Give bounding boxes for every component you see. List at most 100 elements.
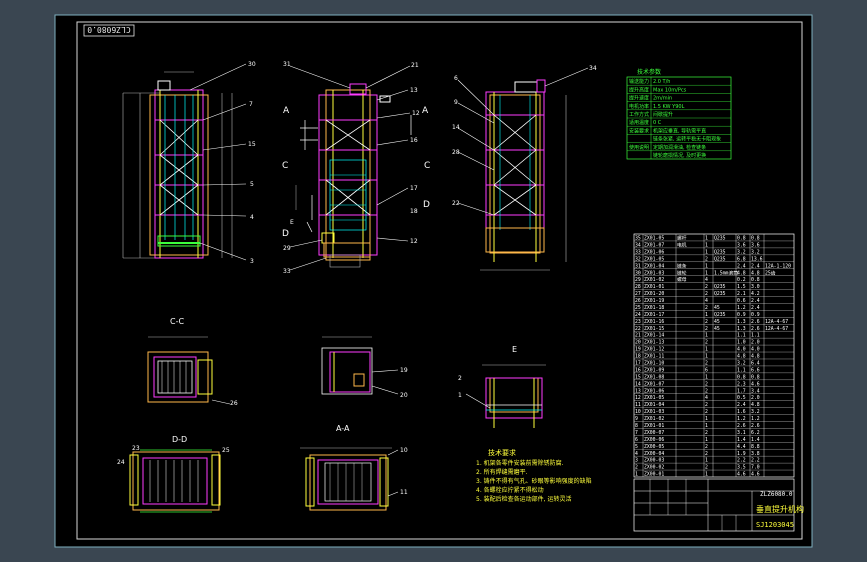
- bom-cell: ZX01-02: [644, 277, 664, 283]
- callout-number: 14: [452, 124, 460, 131]
- callout-number: 22: [452, 200, 460, 207]
- bom-cell: 0.2: [737, 277, 746, 283]
- bom-cell: 11: [635, 402, 641, 408]
- bom-cell: ZX00-01: [644, 472, 664, 478]
- bom-cell: 1.3: [737, 326, 746, 332]
- parameter-name: 提升高度: [629, 86, 649, 93]
- bom-cell: 2: [705, 409, 708, 415]
- bom-cell: 2.4: [751, 263, 760, 269]
- bom-cell: 2: [705, 291, 708, 297]
- callout-number: 23: [132, 445, 140, 452]
- callout-number: 28: [452, 149, 460, 156]
- section-cc-label: C-C: [170, 317, 184, 326]
- bom-cell: 1: [705, 437, 708, 443]
- bom-cell: 45: [714, 319, 720, 325]
- bom-cell: 1.3: [737, 319, 746, 325]
- bom-cell: 1: [705, 236, 708, 242]
- bom-cell: 螺杆: [677, 235, 687, 242]
- bom-cell: 1.4: [751, 437, 760, 443]
- bom-cell: 1: [705, 472, 708, 478]
- cad-drawing-viewport: CLZ6080.0 A A C C D D E C-C D-D A-A E 30…: [0, 0, 867, 562]
- title-block-code: ZLZ6080.0: [760, 491, 793, 498]
- callout-number: 21: [411, 62, 419, 69]
- bom-cell: 19: [635, 347, 641, 353]
- section-dd-label: D-D: [172, 435, 187, 444]
- bom-cell: 1: [705, 423, 708, 429]
- bom-cell: ZX01-09: [644, 367, 664, 373]
- bom-cell: ZX01-07: [644, 242, 664, 248]
- callout-number: 26: [230, 400, 238, 407]
- bom-cell: 链条: [677, 262, 687, 269]
- bom-cell: Q235: [714, 236, 726, 242]
- bom-cell: 28: [635, 284, 641, 290]
- bom-cell: 31: [635, 263, 641, 269]
- parameter-name: 安装要求: [629, 127, 649, 134]
- bom-cell: ZX01-05: [644, 236, 664, 242]
- bom-cell: ZX01-05: [644, 395, 664, 401]
- bom-cell: 0.8: [751, 236, 760, 242]
- bom-cell: 2: [705, 340, 708, 346]
- bom-cell: ZX01-01: [644, 284, 664, 290]
- bom-cell: 2: [705, 388, 708, 394]
- bom-cell: 12A-1-120: [765, 263, 791, 269]
- bom-cell: 2: [705, 326, 708, 332]
- bom-cell: 2.2: [751, 458, 760, 464]
- callout-number: 3: [250, 258, 254, 265]
- drawing-code-label: CLZ6080.0: [87, 25, 131, 34]
- bom-cell: 4.8: [737, 270, 746, 276]
- bom-cell: 3.6: [737, 242, 746, 248]
- bom-cell: Q235: [714, 249, 726, 255]
- bom-cell: 2.6: [751, 326, 760, 332]
- parameter-value: 机架应垂直, 导轨需平直: [653, 127, 706, 134]
- bom-cell: 1.1: [751, 333, 760, 339]
- bom-cell: 1.2: [737, 305, 746, 311]
- bom-cell: 0.6: [737, 298, 746, 304]
- bom-cell: ZX01-05: [644, 256, 664, 262]
- callout-number: 20: [400, 392, 408, 399]
- bom-cell: 3.2: [751, 249, 760, 255]
- callout-number: 12: [410, 238, 418, 245]
- bom-cell: 0.8: [737, 374, 746, 380]
- bom-cell: ZX01-17: [644, 312, 664, 318]
- bom-cell: 2.6: [737, 423, 746, 429]
- bom-cell: 16: [635, 367, 641, 373]
- bom-cell: 1.5mm滚筒: [714, 269, 738, 276]
- title-block-number: SJ1203045: [756, 521, 794, 529]
- bom-cell: ZX01-03: [644, 409, 664, 415]
- bom-cell: ZX01-12: [644, 347, 664, 353]
- bom-cell: ZX01-11: [644, 354, 664, 360]
- bom-cell: 20: [635, 340, 641, 346]
- bom-cell: 0.5: [737, 395, 746, 401]
- section-mark-d2: D: [423, 200, 430, 210]
- bom-cell: 1: [705, 242, 708, 248]
- bom-cell: 32: [635, 256, 641, 262]
- bom-cell: ZX01-06: [644, 249, 664, 255]
- bom-cell: 4.6: [751, 472, 760, 478]
- callout-number: 1: [458, 392, 462, 399]
- callout-number: 33: [283, 268, 291, 275]
- parameter-value: 链轮磨损情况, 及时更换: [653, 152, 706, 159]
- parameter-name: 提升速度: [629, 95, 649, 102]
- bom-cell: 2: [705, 284, 708, 290]
- bom-cell: ZX00-05: [644, 444, 664, 450]
- bom-cell: 2: [705, 451, 708, 457]
- bom-cell: 8: [635, 423, 638, 429]
- bom-cell: 10: [635, 409, 641, 415]
- bom-cell: 3.1: [737, 430, 746, 436]
- bom-cell: 2.0: [751, 395, 760, 401]
- bom-cell: 9: [635, 416, 638, 422]
- bom-cell: 13.6: [751, 256, 763, 262]
- bom-cell: 7: [635, 430, 638, 436]
- bom-cell: 2: [705, 361, 708, 367]
- bom-cell: Q235: [714, 284, 726, 290]
- section-mark-e: E: [290, 219, 294, 226]
- bom-cell: 2: [705, 465, 708, 471]
- bom-cell: ZX01-03: [644, 270, 664, 276]
- bom-cell: 4.8: [751, 354, 760, 360]
- callout-number: 29: [283, 245, 291, 252]
- bom-cell: 1: [705, 354, 708, 360]
- bom-cell: 1.6: [737, 409, 746, 415]
- bom-cell: 24: [635, 312, 641, 318]
- parameter-name: 使用说明: [629, 144, 649, 151]
- callout-number: 10: [400, 447, 408, 454]
